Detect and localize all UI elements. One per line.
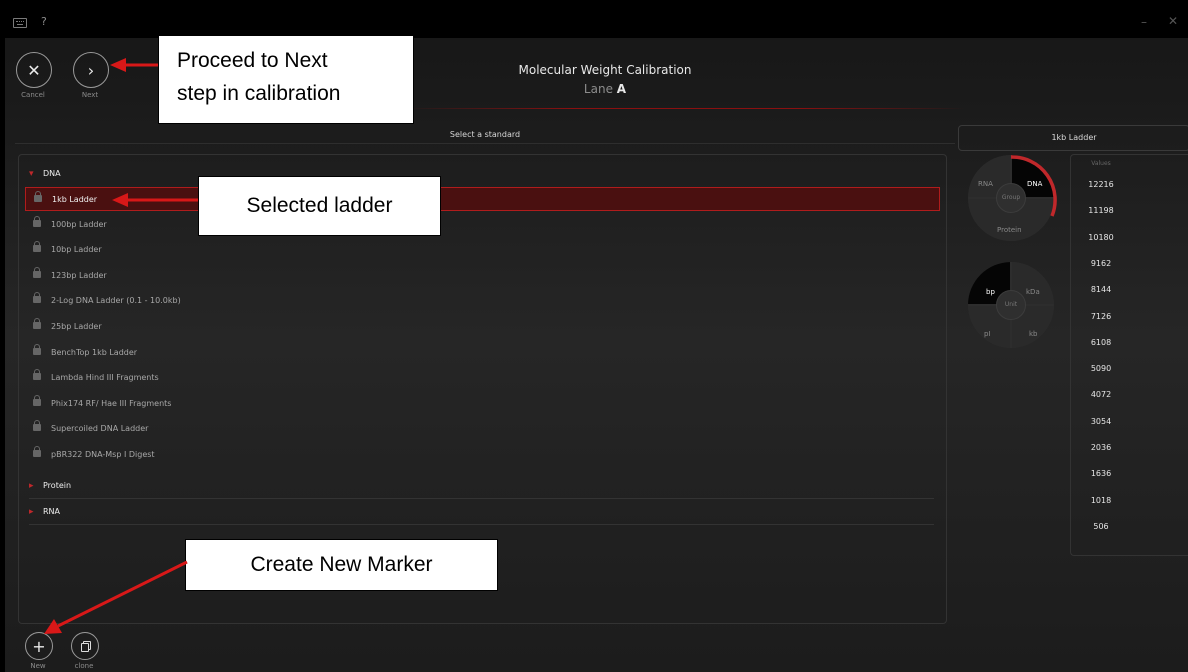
next-step-callout-line2: step in calibration <box>177 82 341 105</box>
value-cell[interactable]: 2036 <box>1071 443 1131 452</box>
value-cell[interactable]: 506 <box>1071 522 1131 531</box>
ladder-item[interactable]: pBR322 DNA-Msp I Digest <box>25 443 940 467</box>
lock-icon <box>33 318 41 329</box>
lock-icon <box>33 241 41 253</box>
group-wheel-center: Group <box>996 183 1026 213</box>
ladder-item[interactable]: Phix174 RF/ Hae III Fragments <box>25 392 940 416</box>
selected-ladder-callout: Selected ladder <box>198 176 441 236</box>
cancel-button[interactable]: ✕ <box>16 52 52 88</box>
ladder-item-label: BenchTop 1kb Ladder <box>51 347 138 357</box>
value-cell[interactable]: 1636 <box>1071 469 1131 478</box>
lane-indicator: Lane A <box>425 82 785 96</box>
lock-icon <box>33 343 41 355</box>
group-header-protein[interactable]: ▸ Protein <box>29 475 934 497</box>
unit-wheel-center: Unit <box>996 290 1026 320</box>
ladder-item[interactable]: Supercoiled DNA Ladder <box>25 417 940 441</box>
ladder-item[interactable]: 123bp Ladder <box>25 264 940 288</box>
ladder-item-label: 100bp Ladder <box>51 219 107 229</box>
cancel-label: Cancel <box>21 91 45 99</box>
lock-icon <box>33 215 41 227</box>
lane-label: Lane <box>583 82 613 96</box>
next-step-callout: Proceed to Next step in calibration <box>158 35 414 124</box>
expand-icon: ▸ <box>29 507 34 517</box>
value-cell[interactable]: 4072 <box>1071 390 1131 399</box>
group-divider <box>29 524 934 525</box>
value-cell[interactable]: 10180 <box>1071 233 1131 242</box>
next-label: Next <box>81 91 99 99</box>
ladder-item-label: 1kb Ladder <box>52 195 98 204</box>
new-label: New <box>30 662 46 670</box>
clone-icon <box>80 641 91 652</box>
value-cell[interactable]: 7126 <box>1071 312 1131 321</box>
group-divider <box>29 498 934 499</box>
chevron-right-icon: › <box>87 60 95 80</box>
ladder-item[interactable]: 10bp Ladder <box>25 238 940 262</box>
unit-label-bp: bp <box>986 288 995 296</box>
value-cell[interactable]: 1018 <box>1071 496 1131 505</box>
ladder-item-label: Supercoiled DNA Ladder <box>51 424 149 434</box>
ladder-item-label: Lambda Hind III Fragments <box>51 373 159 383</box>
ladder-item-label: pBR322 DNA-Msp I Digest <box>51 450 155 459</box>
lane-value: A <box>616 82 627 96</box>
value-cell[interactable]: 12216 <box>1071 180 1131 189</box>
lock-icon <box>33 394 41 406</box>
values-header: Values <box>1091 160 1111 167</box>
values-panel: Values 12216 11198 10180 9162 8144 7126 6108 50… <box>1070 154 1188 556</box>
lock-icon <box>33 446 41 457</box>
unit-label-kb: kb <box>1029 330 1038 338</box>
unit-label-pi: pI <box>984 330 991 338</box>
plus-icon: + <box>32 636 46 656</box>
group-label-rna: RNA <box>978 180 993 188</box>
page-title: Molecular Weight Calibration <box>518 63 692 77</box>
title-bar: ? – ✕ <box>5 8 1188 38</box>
selected-ladder-header: 1kb Ladder <box>958 125 1188 151</box>
value-cell[interactable]: 11198 <box>1071 206 1131 215</box>
create-marker-callout: Create New Marker <box>185 539 498 591</box>
close-icon: ✕ <box>27 60 41 80</box>
minimize-button[interactable]: – <box>1141 15 1147 29</box>
ladder-item-label: 25bp Ladder <box>51 322 102 331</box>
unit-selector-wheel: Unit bp kDa pI kb <box>968 262 1054 348</box>
ladder-item-label: Phix174 RF/ Hae III Fragments <box>51 398 172 408</box>
lock-icon <box>33 292 41 304</box>
ladder-item[interactable]: BenchTop 1kb Ladder <box>25 341 940 365</box>
lock-icon <box>33 266 41 278</box>
value-cell[interactable]: 3054 <box>1071 417 1131 426</box>
lock-icon <box>33 420 41 432</box>
ladder-item[interactable]: 25bp Ladder <box>25 315 940 339</box>
ladder-item-label: 123bp Ladder <box>51 270 107 280</box>
next-button[interactable]: › <box>73 52 109 88</box>
ladder-item[interactable]: 100bp Ladder <box>25 213 940 237</box>
group-header-rna[interactable]: ▸ RNA <box>29 501 934 523</box>
collapse-icon: ▾ <box>29 169 34 179</box>
header-divider <box>405 108 965 109</box>
group-selector-wheel: Group RNA DNA Protein <box>968 155 1054 241</box>
help-icon[interactable]: ? <box>41 15 47 28</box>
lock-icon <box>34 191 42 202</box>
value-cell[interactable]: 6108 <box>1071 338 1131 347</box>
clone-label: clone <box>74 662 94 670</box>
window-close-button[interactable]: ✕ <box>1168 14 1178 28</box>
next-step-callout-line1: Proceed to Next <box>177 49 328 72</box>
ladder-item-label: 2-Log DNA Ladder (0.1 - 10.0kb) <box>51 296 181 306</box>
ladder-item[interactable]: Lambda Hind III Fragments <box>25 366 940 390</box>
keyboard-icon[interactable] <box>13 18 27 28</box>
lock-icon <box>33 369 41 381</box>
group-label-dna: DNA <box>1027 180 1043 188</box>
expand-icon: ▸ <box>29 481 34 491</box>
group-header-dna[interactable]: ▾ DNA <box>29 163 934 185</box>
ladder-item[interactable]: 1kb Ladder <box>25 187 940 211</box>
select-standard-header: Select a standard <box>15 125 955 144</box>
group-label-protein: Protein <box>997 226 1022 234</box>
ladder-item-label: 10bp Ladder <box>51 245 102 255</box>
unit-label-kda: kDa <box>1026 288 1040 296</box>
value-cell[interactable]: 8144 <box>1071 285 1131 294</box>
value-cell[interactable]: 9162 <box>1071 259 1131 268</box>
ladder-item[interactable]: 2-Log DNA Ladder (0.1 - 10.0kb) <box>25 289 940 313</box>
value-cell[interactable]: 5090 <box>1071 364 1131 373</box>
clone-button[interactable] <box>71 632 99 660</box>
new-marker-button[interactable]: + <box>25 632 53 660</box>
